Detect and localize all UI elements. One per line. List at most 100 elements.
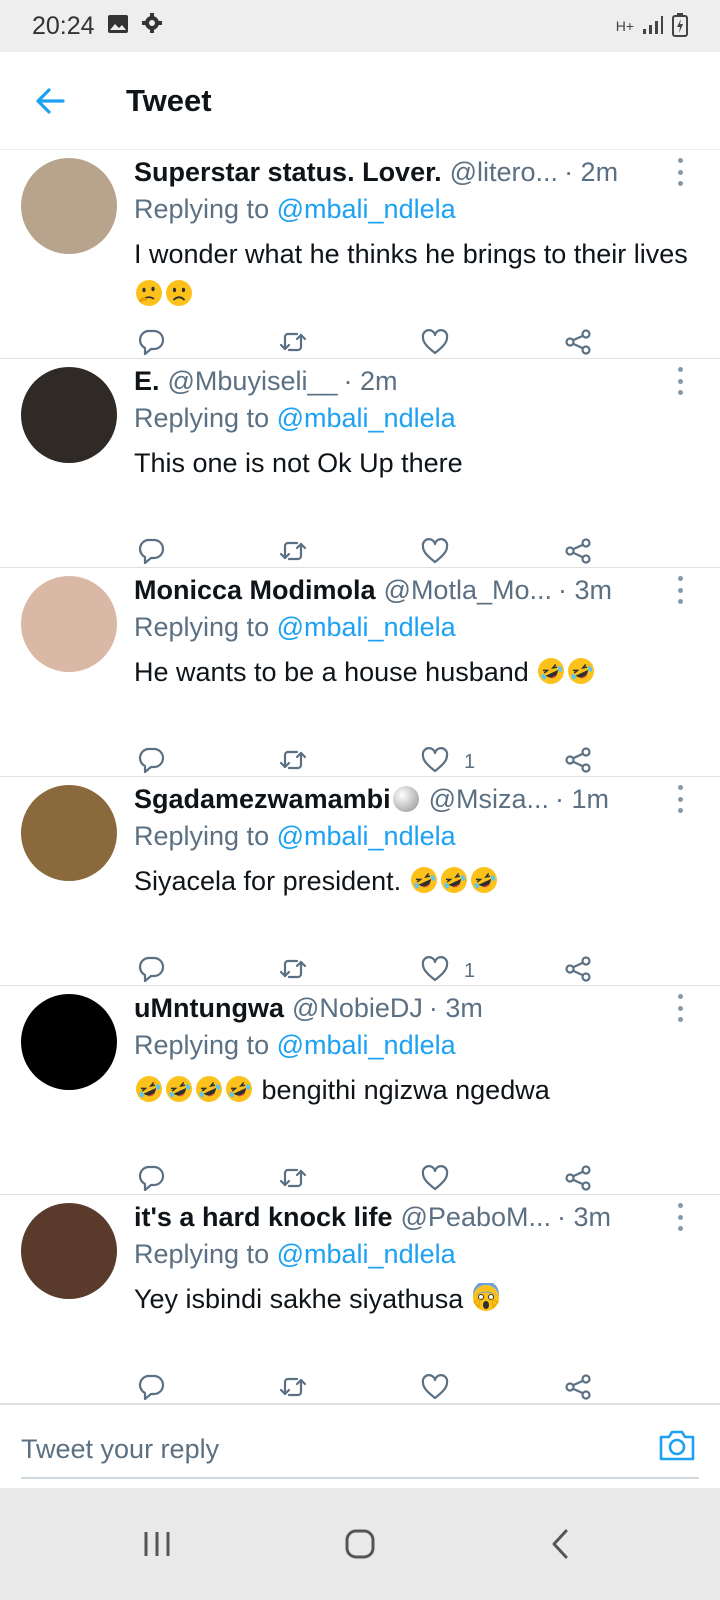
tweet-header: Sgadamezwamambi @Msiza... · 1m [134,780,654,818]
display-name[interactable]: Monicca Modimola [134,575,376,606]
reply-button[interactable] [136,1160,166,1200]
tweet-text: I wonder what he thinks he brings to the… [134,234,694,314]
share-button[interactable] [563,324,593,364]
reply-button[interactable] [136,951,166,991]
like-button[interactable] [420,1160,464,1200]
more-dot-icon [677,158,683,163]
reply-button[interactable] [136,533,166,573]
replying-to-handle[interactable]: @mbali_ndlela [277,1030,456,1060]
user-handle: @litero... [449,156,559,187]
more-dot-icon [677,994,683,999]
rofl-emoji-icon [440,867,467,893]
more-options-button[interactable] [670,785,690,813]
replying-to-handle[interactable]: @mbali_ndlela [277,1239,456,1269]
thinking-face-emoji-icon [136,280,162,306]
composer-underline [21,1477,699,1479]
like-button[interactable]: 1 [420,742,475,782]
rofl-emoji-icon [470,867,497,893]
avatar[interactable] [21,1203,117,1299]
reply-tweet[interactable]: Superstar status. Lover. @litero... · 2m… [0,150,720,359]
retweet-button[interactable] [278,951,308,991]
more-dot-icon [677,796,683,802]
avatar[interactable] [21,576,117,672]
more-options-button[interactable] [670,1203,690,1231]
recents-icon [144,1532,170,1556]
app-header: Tweet [0,52,720,150]
tweet-body: bengithi ngizwa ngedwa [261,1075,550,1105]
more-options-button[interactable] [670,576,690,604]
retweet-button[interactable] [278,533,308,573]
retweet-button[interactable] [278,324,308,364]
settings-icon [141,12,163,41]
tweet-header: uMntungwa @NobieDJ · 3m [134,989,654,1027]
display-name[interactable]: E. [134,366,160,397]
share-button[interactable] [563,1369,593,1409]
share-button[interactable] [563,533,593,573]
timestamp: · 3m [558,574,612,605]
reply-button[interactable] [136,324,166,364]
like-button[interactable] [420,324,464,364]
pearl-emoji-icon [392,786,419,812]
tweet-actions: 1 [0,742,720,782]
reply-tweet[interactable]: it's a hard knock life @PeaboM... · 3m R… [0,1195,720,1404]
network-type-label: H+ [615,18,634,34]
more-dot-icon [677,808,683,813]
replying-to-handle[interactable]: @mbali_ndlela [277,612,456,642]
more-dot-icon [677,1226,683,1231]
retweet-button[interactable] [278,1160,308,1200]
replying-to-handle[interactable]: @mbali_ndlela [277,821,456,851]
reply-button[interactable] [136,742,166,782]
back-button[interactable] [0,52,100,150]
rofl-emoji-icon [196,1076,222,1102]
display-name[interactable]: Superstar status. Lover. [134,157,442,188]
reply-tweet[interactable]: E. @Mbuyiseli__ · 2m Replying to @mbali_… [0,359,720,568]
retweet-button[interactable] [278,1369,308,1409]
chevron-left-icon [552,1529,568,1559]
replying-to: Replying to @mbali_ndlela [134,612,456,643]
share-button[interactable] [563,742,593,782]
retweet-button[interactable] [278,742,308,782]
share-icon [563,1163,593,1198]
avatar[interactable] [21,367,117,463]
like-button[interactable] [420,1369,464,1409]
recent-apps-button[interactable] [117,1508,197,1580]
avatar[interactable] [21,785,117,881]
timestamp: · 3m [428,992,483,1023]
like-button[interactable] [420,533,464,573]
more-options-button[interactable] [670,994,690,1022]
tweet-actions [0,1160,720,1200]
replying-to-handle[interactable]: @mbali_ndlela [277,194,456,224]
camera-button[interactable] [655,1423,699,1467]
user-handle: @NobieDJ [291,992,423,1023]
like-button[interactable]: 1 [420,951,475,991]
more-dot-icon [677,576,683,581]
status-time: 20:24 [32,11,95,40]
more-dot-icon [677,587,683,593]
replying-to: Replying to @mbali_ndlela [134,1030,456,1061]
replying-to-handle[interactable]: @mbali_ndlela [277,403,456,433]
camera-icon [659,1430,695,1461]
share-button[interactable] [563,951,593,991]
rofl-emoji-icon [136,1076,162,1102]
more-options-button[interactable] [670,367,690,395]
home-button[interactable] [320,1508,400,1580]
more-options-button[interactable] [670,158,690,186]
tweet-reply-input[interactable] [21,1425,641,1473]
retweet-icon [278,536,308,571]
avatar[interactable] [21,158,117,254]
reply-tweet[interactable]: Sgadamezwamambi @Msiza... · 1m Replying … [0,777,720,986]
reply-tweet[interactable]: uMntungwa @NobieDJ · 3m Replying to @mba… [0,986,720,1195]
retweet-icon [278,327,308,362]
system-back-button[interactable] [520,1508,600,1580]
tweet-text: bengithi ngizwa ngedwa [134,1070,694,1110]
reply-tweet[interactable]: Monicca Modimola @Motla_Mo... · 3m Reply… [0,568,720,777]
display-name[interactable]: Sgadamezwamambi [134,784,391,815]
avatar[interactable] [21,994,117,1090]
signal-icon [642,15,664,38]
arrow-left-icon [36,87,65,114]
display-name[interactable]: it's a hard knock life [134,1202,393,1233]
reply-button[interactable] [136,1369,166,1409]
display-name[interactable]: uMntungwa [134,993,284,1024]
share-button[interactable] [563,1160,593,1200]
share-icon [563,536,593,571]
